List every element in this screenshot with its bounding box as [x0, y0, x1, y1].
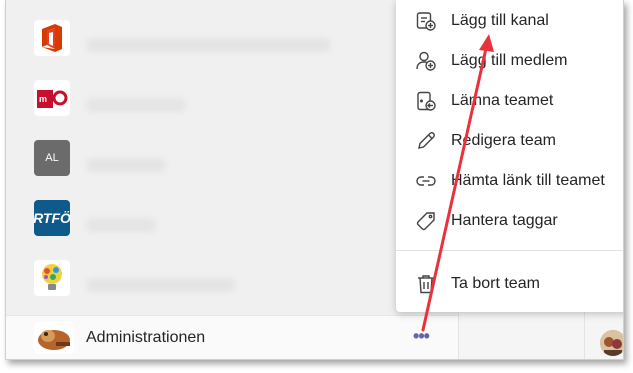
- team-list: m AL RTFÖ: [6, 0, 461, 359]
- office-icon: [34, 20, 70, 56]
- menu-item-label: Lämna teamet: [451, 92, 554, 109]
- leave-team-icon: [415, 90, 437, 112]
- menu-item-add-member[interactable]: Lägg till medlem: [396, 42, 623, 82]
- team-row[interactable]: [6, 248, 461, 308]
- mro-logo-icon: m: [34, 80, 70, 116]
- lightbulb-icon: [34, 260, 70, 296]
- team-row[interactable]: AL: [6, 128, 461, 188]
- menu-divider: [396, 250, 623, 251]
- team-row-administrationen[interactable]: Administrationen •••: [6, 315, 458, 359]
- svg-text:m: m: [39, 94, 47, 104]
- menu-item-add-channel[interactable]: Lägg till kanal: [396, 2, 623, 42]
- menu-item-label: Lägg till kanal: [451, 12, 549, 29]
- menu-item-label: Lägg till medlem: [451, 52, 568, 69]
- team-name: Administrationen: [86, 329, 206, 346]
- team-context-menu: Lägg till kanal Lägg till medlem Lämna t…: [396, 0, 623, 312]
- menu-item-leave-team[interactable]: Lämna teamet: [396, 82, 623, 122]
- team-row[interactable]: m: [6, 68, 461, 128]
- menu-item-manage-tags[interactable]: Hantera taggar: [396, 202, 623, 242]
- add-member-icon: [415, 50, 437, 72]
- team-avatar-rtfo: RTFÖ: [34, 200, 70, 236]
- team-name-redacted: [86, 158, 166, 172]
- menu-item-get-link[interactable]: Hämta länk till teamet: [396, 162, 623, 202]
- more-options-button[interactable]: •••: [409, 326, 433, 350]
- menu-item-delete-team[interactable]: Ta bort team: [396, 265, 623, 305]
- team-name-redacted: [86, 218, 156, 232]
- team-name-redacted: [86, 98, 186, 112]
- team-row[interactable]: RTFÖ: [6, 188, 461, 248]
- menu-item-label: Hämta länk till teamet: [451, 172, 605, 189]
- menu-item-label: Ta bort team: [451, 275, 540, 292]
- team-name-redacted: [86, 38, 331, 52]
- team-row[interactable]: [6, 8, 461, 68]
- team-avatar-administrationen: [34, 322, 74, 354]
- avatar: [600, 330, 623, 356]
- team-avatar-al: AL: [34, 140, 70, 176]
- link-icon: [415, 170, 437, 192]
- team-name-redacted: [86, 278, 236, 292]
- trash-icon: [415, 273, 437, 295]
- menu-item-label: Hantera taggar: [451, 212, 558, 229]
- add-channel-icon: [415, 10, 437, 32]
- teams-window: m AL RTFÖ Administrationen ••• Lägg till…: [5, 0, 624, 360]
- edit-pencil-icon: [415, 130, 437, 152]
- menu-item-edit-team[interactable]: Redigera team: [396, 122, 623, 162]
- menu-item-label: Redigera team: [451, 132, 556, 149]
- tag-icon: [415, 210, 437, 232]
